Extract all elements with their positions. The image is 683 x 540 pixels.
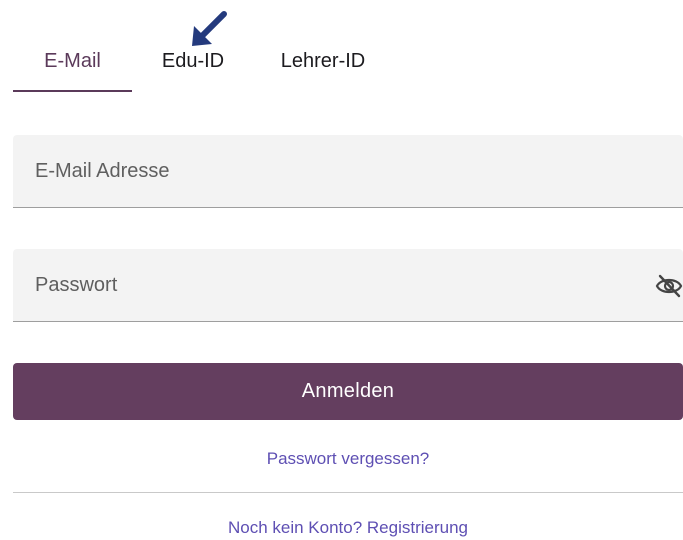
password-input[interactable] xyxy=(13,249,683,321)
forgot-password-link[interactable]: Passwort vergessen? xyxy=(13,449,683,469)
register-link[interactable]: Noch kein Konto? Registrierung xyxy=(13,518,683,538)
tab-email[interactable]: E-Mail xyxy=(13,42,132,92)
login-button[interactable]: Anmelden xyxy=(13,363,683,420)
arrow-down-left-icon xyxy=(192,11,227,46)
email-input[interactable] xyxy=(13,135,683,207)
password-field xyxy=(13,249,683,322)
login-page: E-Mail Edu-ID Lehrer-ID Anmelden Passwor… xyxy=(0,0,683,540)
divider xyxy=(13,492,683,493)
email-field xyxy=(13,135,683,208)
tab-lehrer-id[interactable]: Lehrer-ID xyxy=(268,42,378,92)
eye-off-icon[interactable] xyxy=(655,274,683,298)
